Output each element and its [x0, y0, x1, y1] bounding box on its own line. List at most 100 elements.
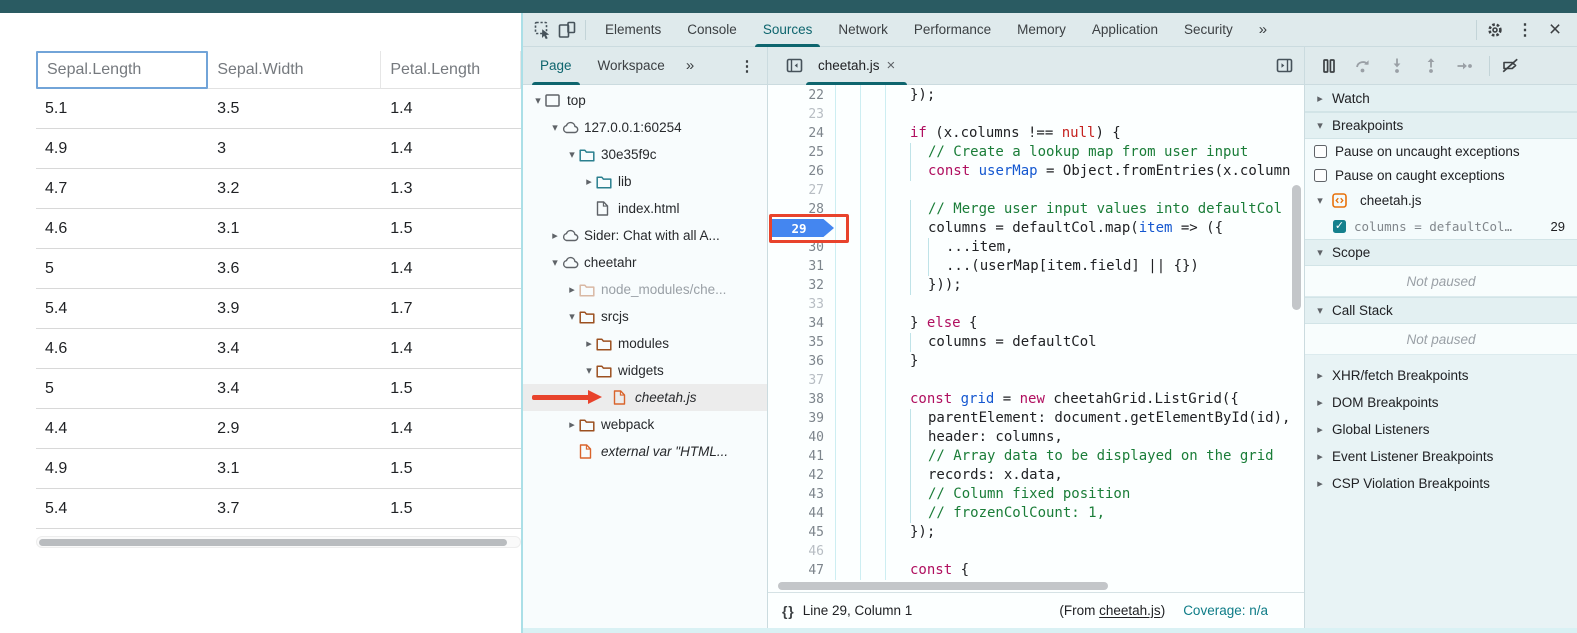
- deactivate-breakpoints-icon[interactable]: [1498, 54, 1522, 78]
- line-number[interactable]: 35: [768, 333, 832, 352]
- grid-cell[interactable]: 3.4: [208, 329, 381, 368]
- line-number[interactable]: 42: [768, 466, 832, 485]
- line-number[interactable]: 36: [768, 352, 832, 371]
- line-number[interactable]: 47: [768, 561, 832, 580]
- line-number[interactable]: 34: [768, 314, 832, 333]
- tree-item-30e35f9c[interactable]: ▾30e35f9c: [523, 141, 767, 168]
- tab-network[interactable]: Network: [825, 13, 901, 46]
- tree-expand-arrow[interactable]: ▸: [565, 283, 579, 296]
- grid-cell[interactable]: 3.2: [208, 169, 381, 208]
- breakpoint-gutter[interactable]: [832, 409, 910, 428]
- tree-item-cheetahr[interactable]: ▾cheetahr: [523, 249, 767, 276]
- line-number[interactable]: 32: [768, 276, 832, 295]
- line-number[interactable]: 45: [768, 523, 832, 542]
- tab-application[interactable]: Application: [1079, 13, 1171, 46]
- grid-cell[interactable]: 3.4: [208, 369, 381, 408]
- coverage-link[interactable]: Coverage: n/a: [1183, 603, 1268, 618]
- inspect-icon[interactable]: [531, 18, 555, 42]
- grid-cell[interactable]: 4.6: [36, 209, 208, 248]
- grid-cell[interactable]: 4.9: [36, 129, 208, 168]
- sidebar-section-global-listeners[interactable]: ▸Global Listeners: [1305, 416, 1577, 443]
- breakpoint-gutter[interactable]: [832, 124, 910, 143]
- tab-console[interactable]: Console: [674, 13, 750, 46]
- tree-item-index-html[interactable]: index.html: [523, 195, 767, 222]
- tree-item-widgets[interactable]: ▾widgets: [523, 357, 767, 384]
- show-debugger-panel-icon[interactable]: [1272, 54, 1296, 78]
- tree-expand-arrow[interactable]: ▸: [565, 418, 579, 431]
- grid-cell[interactable]: 1.7: [381, 289, 521, 328]
- grid-cell[interactable]: 5: [36, 249, 208, 288]
- tree-expand-arrow[interactable]: ▸: [548, 229, 562, 242]
- pretty-print-icon[interactable]: { }: [782, 603, 793, 619]
- breakpoint-gutter[interactable]: [832, 466, 910, 485]
- nav-tab-workspace[interactable]: Workspace: [585, 47, 678, 84]
- tree-item-sider-chat-with-all-a-[interactable]: ▸Sider: Chat with all A...: [523, 222, 767, 249]
- line-number[interactable]: 38: [768, 390, 832, 409]
- checkbox[interactable]: [1314, 145, 1327, 158]
- breakpoint-gutter[interactable]: [832, 295, 910, 314]
- line-number[interactable]: 39: [768, 409, 832, 428]
- line-number[interactable]: 46: [768, 542, 832, 561]
- grid-cell[interactable]: 3.5: [208, 89, 381, 128]
- checkbox[interactable]: [1314, 169, 1327, 182]
- tree-expand-arrow[interactable]: ▾: [531, 94, 545, 107]
- source-origin-link[interactable]: cheetah.js: [1099, 603, 1161, 618]
- tree-item-external-var-html-[interactable]: external var "HTML...: [523, 438, 767, 465]
- grid-hscroll-thumb[interactable]: [39, 539, 507, 546]
- grid-cell[interactable]: 3: [208, 129, 381, 168]
- grid-cell[interactable]: 1.5: [381, 449, 521, 488]
- grid-cell[interactable]: 1.4: [381, 409, 521, 448]
- navigator-kebab-menu-icon[interactable]: ⋮: [735, 54, 759, 78]
- close-devtools-icon[interactable]: ×: [1543, 18, 1567, 42]
- line-number[interactable]: 41: [768, 447, 832, 466]
- breakpoint-file-group[interactable]: ▾cheetah.js: [1305, 187, 1577, 214]
- tab-elements[interactable]: Elements: [592, 13, 674, 46]
- settings-gear-icon[interactable]: [1483, 18, 1507, 42]
- breakpoint-gutter[interactable]: [832, 371, 910, 390]
- tree-item-cheetah-js[interactable]: cheetah.js: [523, 384, 767, 411]
- breakpoint-gutter[interactable]: [832, 504, 910, 523]
- grid-cell[interactable]: 2.9: [208, 409, 381, 448]
- pause-script-icon[interactable]: [1317, 54, 1341, 78]
- tree-expand-arrow[interactable]: ▸: [582, 337, 596, 350]
- grid-cell[interactable]: 5: [36, 369, 208, 408]
- breakpoint-checkbox[interactable]: ✓: [1333, 220, 1346, 233]
- line-number[interactable]: 24: [768, 124, 832, 143]
- breakpoint-gutter[interactable]: [832, 333, 910, 352]
- sidebar-section-xhr-fetch-breakpoints[interactable]: ▸XHR/fetch Breakpoints: [1305, 362, 1577, 389]
- line-number[interactable]: 44: [768, 504, 832, 523]
- grid-cell[interactable]: 3.1: [208, 449, 381, 488]
- tab-performance[interactable]: Performance: [901, 13, 1004, 46]
- breakpoint-gutter[interactable]: [832, 428, 910, 447]
- grid-cell[interactable]: 4.4: [36, 409, 208, 448]
- line-number[interactable]: 43: [768, 485, 832, 504]
- breakpoint-gutter[interactable]: [832, 352, 910, 371]
- grid-cell[interactable]: 1.4: [381, 129, 521, 168]
- kebab-menu-icon[interactable]: ⋮: [1513, 18, 1537, 42]
- tree-expand-arrow[interactable]: ▾: [548, 256, 562, 269]
- step-over-icon[interactable]: [1351, 54, 1375, 78]
- grid-cell[interactable]: 1.3: [381, 169, 521, 208]
- grid-header-cell[interactable]: Sepal.Width: [208, 51, 381, 89]
- breakpoint-gutter[interactable]: [832, 523, 910, 542]
- sidebar-section-watch[interactable]: ▸Watch: [1305, 85, 1577, 112]
- tab-sources[interactable]: Sources: [750, 13, 826, 46]
- line-number[interactable]: 22: [768, 86, 832, 105]
- tab-cheetah-js[interactable]: cheetah.js ×: [806, 47, 907, 84]
- sidebar-section-csp-violation-breakpoints[interactable]: ▸CSP Violation Breakpoints: [1305, 470, 1577, 497]
- breakpoint-gutter[interactable]: [832, 276, 910, 295]
- tree-expand-arrow[interactable]: ▸: [582, 175, 596, 188]
- line-number[interactable]: 33: [768, 295, 832, 314]
- breakpoint-gutter[interactable]: [832, 390, 910, 409]
- grid-header-cell[interactable]: Petal.Length: [381, 51, 521, 89]
- grid-cell[interactable]: 3.6: [208, 249, 381, 288]
- tree-item-lib[interactable]: ▸lib: [523, 168, 767, 195]
- grid-cell[interactable]: 5.4: [36, 289, 208, 328]
- tree-expand-arrow[interactable]: ▾: [582, 364, 596, 377]
- step-out-icon[interactable]: [1419, 54, 1443, 78]
- tree-item-node-modules-che-[interactable]: ▸node_modules/che...: [523, 276, 767, 303]
- sidebar-section-event-listener-breakpoints[interactable]: ▸Event Listener Breakpoints: [1305, 443, 1577, 470]
- breakpoint-gutter[interactable]: [832, 257, 910, 276]
- breakpoint-gutter[interactable]: [832, 447, 910, 466]
- breakpoint-entry[interactable]: ✓columns = defaultCol…29: [1305, 214, 1577, 239]
